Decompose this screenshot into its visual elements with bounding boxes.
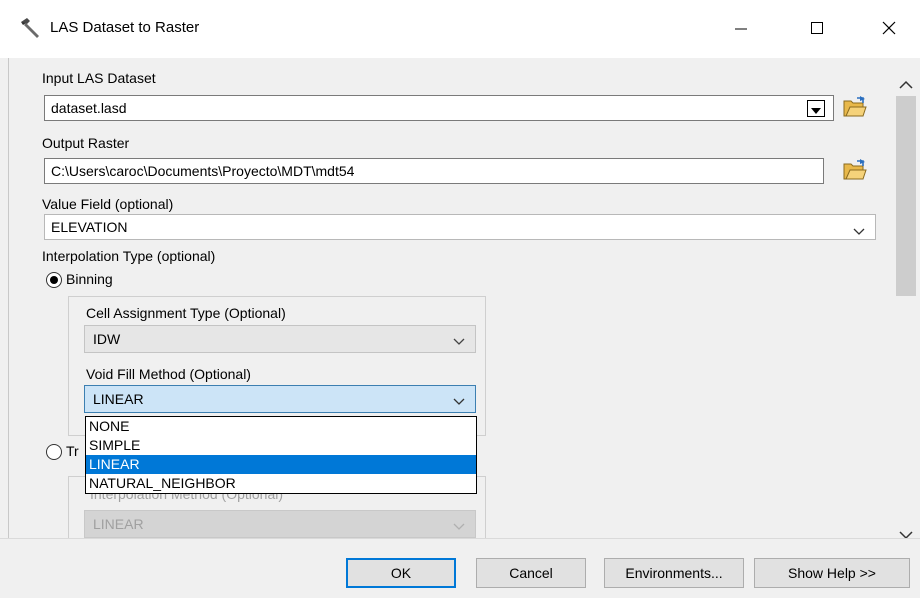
triangle-down-icon: [811, 101, 821, 117]
triangulation-radio-label: Tr: [66, 443, 79, 459]
void-fill-option-none[interactable]: NONE: [86, 417, 476, 436]
chevron-down-icon: [453, 518, 465, 534]
triangulation-radio[interactable]: [46, 444, 62, 460]
cell-assignment-combo[interactable]: IDW: [84, 325, 476, 353]
browse-input-button[interactable]: [840, 93, 870, 123]
input-las-dropdown[interactable]: dataset.lasd: [44, 95, 834, 121]
cancel-button[interactable]: Cancel: [476, 558, 586, 588]
input-las-label: Input LAS Dataset: [42, 70, 156, 86]
void-fill-dropdown-list[interactable]: NONE SIMPLE LINEAR NATURAL_NEIGHBOR: [85, 416, 477, 494]
maximize-button[interactable]: [794, 10, 840, 46]
cell-assignment-label: Cell Assignment Type (Optional): [86, 305, 286, 321]
output-raster-value: C:\Users\caroc\Documents\Proyecto\MDT\md…: [51, 163, 355, 179]
interpolation-method-value: LINEAR: [93, 516, 144, 532]
ok-button[interactable]: OK: [346, 558, 456, 588]
output-raster-field[interactable]: C:\Users\caroc\Documents\Proyecto\MDT\md…: [44, 158, 824, 184]
browse-output-button[interactable]: [840, 156, 870, 186]
void-fill-combo[interactable]: LINEAR: [84, 385, 476, 413]
scrollbar-thumb[interactable]: [896, 96, 916, 296]
chevron-down-icon: [453, 393, 465, 409]
input-las-value: dataset.lasd: [51, 100, 127, 116]
hammer-icon: [18, 16, 42, 40]
show-help-button[interactable]: Show Help >>: [754, 558, 910, 588]
close-icon: [881, 20, 897, 36]
chevron-up-icon: [898, 77, 914, 93]
void-fill-option-linear[interactable]: LINEAR: [86, 455, 476, 474]
interpolation-method-combo: LINEAR: [84, 510, 476, 538]
binning-radio[interactable]: [46, 272, 62, 288]
interpolation-type-label: Interpolation Type (optional): [42, 248, 216, 264]
window-title: LAS Dataset to Raster: [50, 19, 200, 36]
chevron-down-icon: [853, 223, 865, 239]
maximize-icon: [810, 21, 824, 35]
folder-open-icon: [843, 95, 867, 121]
close-button[interactable]: [866, 10, 912, 46]
environments-button[interactable]: Environments...: [604, 558, 744, 588]
value-field-combo[interactable]: ELEVATION: [44, 214, 876, 240]
dropdown-arrow-button[interactable]: [807, 100, 825, 117]
scroll-up-button[interactable]: [896, 74, 916, 96]
frame-left: [0, 58, 8, 538]
void-fill-option-natural-neighbor[interactable]: NATURAL_NEIGHBOR: [86, 474, 476, 493]
output-raster-label: Output Raster: [42, 135, 130, 151]
void-fill-label: Void Fill Method (Optional): [86, 366, 251, 382]
minimize-icon: [734, 21, 748, 35]
void-fill-value: LINEAR: [93, 391, 144, 407]
binning-radio-label: Binning: [66, 271, 113, 287]
title-bar[interactable]: LAS Dataset to Raster: [0, 0, 920, 58]
chevron-down-icon: [453, 333, 465, 349]
folder-open-icon: [843, 158, 867, 184]
value-field-label: Value Field (optional): [42, 196, 174, 212]
value-field-value: ELEVATION: [51, 219, 128, 235]
minimize-button[interactable]: [718, 10, 764, 46]
cell-assignment-value: IDW: [93, 331, 121, 347]
void-fill-option-simple[interactable]: SIMPLE: [86, 436, 476, 455]
